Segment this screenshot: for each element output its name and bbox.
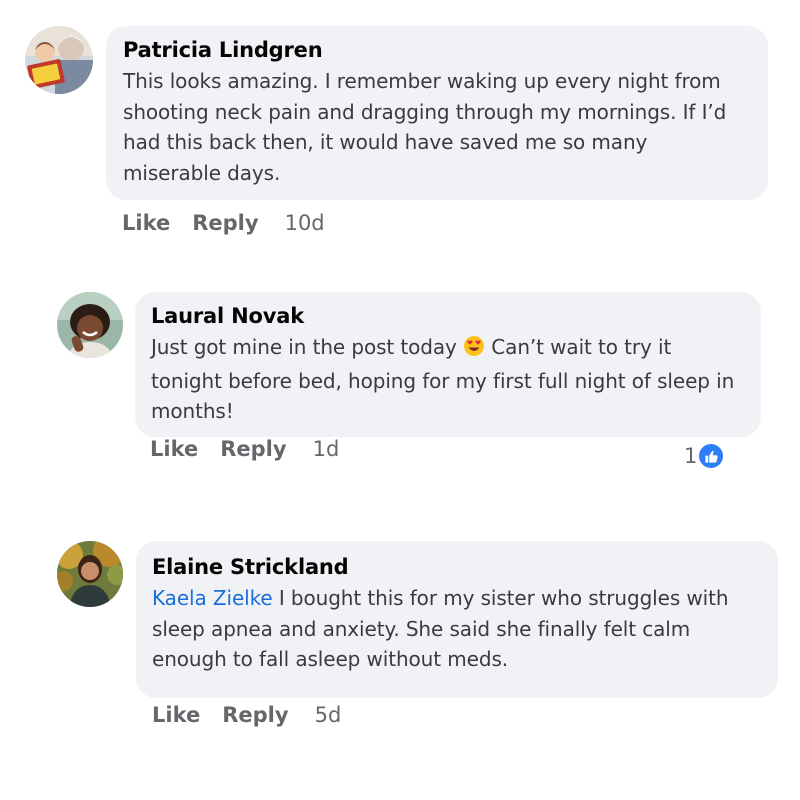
reply-button[interactable]: Reply — [192, 211, 258, 235]
comment-actions: Like Reply 5d — [152, 703, 341, 727]
comment-text-part: Just got mine in the post today — [151, 335, 464, 359]
comment-actions: Like Reply 10d — [122, 211, 325, 235]
reaction-count: 1 — [684, 444, 698, 468]
mention-link[interactable]: Kaela Zielke — [152, 586, 273, 610]
comment-author[interactable]: Patricia Lindgren — [123, 38, 750, 62]
comment-timestamp[interactable]: 1d — [313, 437, 340, 461]
comment-timestamp[interactable]: 5d — [315, 703, 342, 727]
comment-bubble: Elaine Strickland Kaela Zielke I bought … — [136, 541, 778, 698]
comment-author[interactable]: Elaine Strickland — [152, 555, 762, 579]
reply-button[interactable]: Reply — [220, 437, 286, 461]
like-icon — [699, 444, 724, 468]
comment-bubble: Laural Novak Just got mine in the post t… — [135, 292, 761, 437]
comment-text: Kaela Zielke I bought this for my sister… — [152, 583, 762, 675]
heart-eyes-emoji-icon — [463, 335, 485, 366]
comment-text: Just got mine in the post today Can’t wa… — [151, 332, 745, 427]
avatar[interactable] — [57, 541, 123, 607]
avatar[interactable] — [25, 26, 93, 94]
reply-button[interactable]: Reply — [222, 703, 288, 727]
comment-author[interactable]: Laural Novak — [151, 304, 745, 328]
like-button[interactable]: Like — [122, 211, 170, 235]
like-button[interactable]: Like — [150, 437, 198, 461]
reaction-summary[interactable]: 1 — [684, 444, 724, 468]
comment-timestamp[interactable]: 10d — [285, 211, 325, 235]
avatar[interactable] — [57, 292, 123, 358]
comment-bubble: Patricia Lindgren This looks amazing. I … — [106, 26, 768, 200]
like-button[interactable]: Like — [152, 703, 200, 727]
comment-text: This looks amazing. I remember waking up… — [123, 69, 727, 185]
comment-actions: Like Reply 1d — [150, 437, 339, 461]
